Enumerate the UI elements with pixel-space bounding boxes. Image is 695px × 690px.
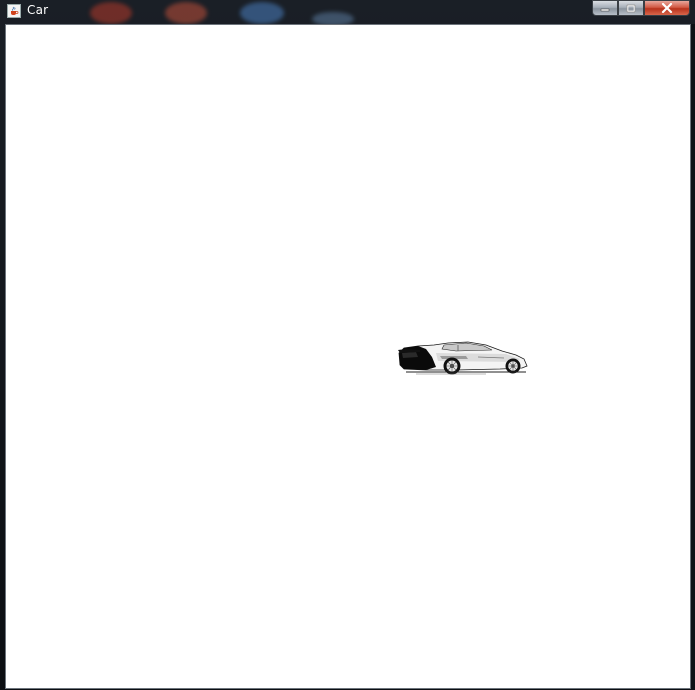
- sports-car-image: [398, 341, 528, 375]
- window-title: Car: [27, 3, 49, 17]
- minimize-button[interactable]: [592, 0, 618, 16]
- drawing-canvas[interactable]: [5, 24, 691, 689]
- close-icon: [661, 3, 673, 13]
- title-bar[interactable]: Car: [0, 0, 695, 24]
- window-border: [691, 24, 695, 690]
- java-cup-icon[interactable]: [7, 4, 21, 18]
- maximize-button[interactable]: [618, 0, 644, 16]
- close-button[interactable]: [644, 0, 690, 16]
- window-controls: [592, 0, 690, 16]
- application-window: Car: [0, 0, 695, 690]
- maximize-icon: [626, 4, 636, 12]
- minimize-icon: [600, 8, 610, 12]
